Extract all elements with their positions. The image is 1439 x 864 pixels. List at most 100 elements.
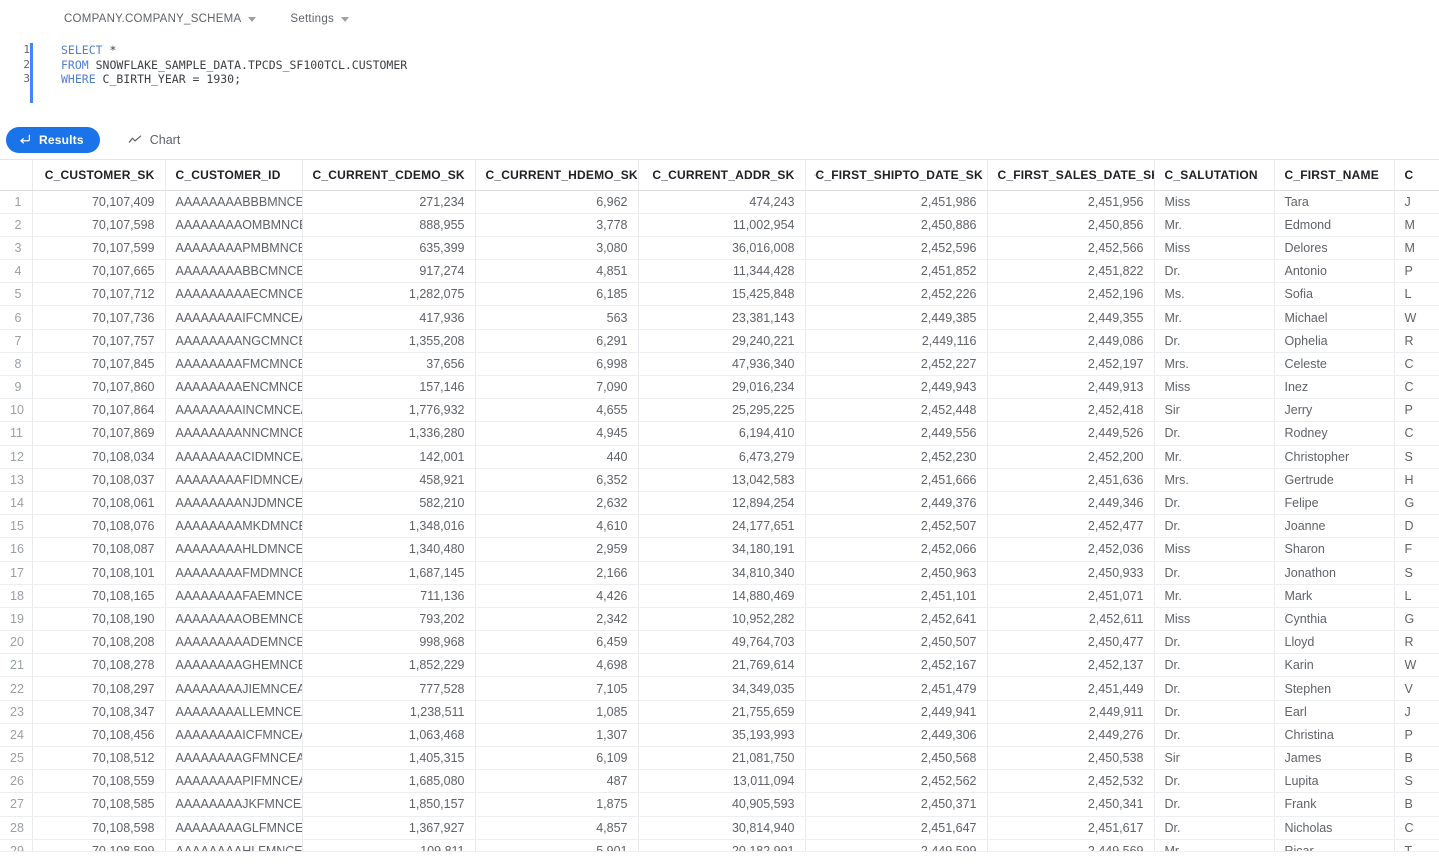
cell-c_first_name[interactable]: Rodney [1274,421,1395,446]
cell-c_customer_sk[interactable]: 70,107,845 [32,352,166,377]
cell-c_customer_id[interactable]: AAAAAAAAENCMNCEA [165,375,303,400]
cell-c_current_cdemo_sk[interactable]: 271,234 [302,190,476,214]
cell-c_first_name[interactable]: Frank [1274,792,1395,817]
cell-c_customer_sk[interactable]: 70,108,076 [32,514,166,539]
cell-c_current_cdemo_sk[interactable]: 1,238,511 [302,700,476,724]
cell-c_current_hdemo_sk[interactable]: 4,945 [475,421,639,446]
cell-c_first_shipto_date_sk[interactable]: 2,450,568 [805,746,988,771]
cell-c_first_shipto_date_sk[interactable]: 2,451,647 [805,816,988,840]
cell-c_first_shipto_date_sk[interactable]: 2,452,167 [805,653,988,678]
cell-c_last_name[interactable]: F [1394,537,1439,562]
table-row[interactable]: 8 70,107,845 AAAAAAAAFMCMNCEA 37,656 6,998 47… [0,352,1439,377]
cell-c_first_shipto_date_sk[interactable]: 2,451,986 [805,190,988,214]
cell-c_last_name[interactable]: S [1394,769,1439,794]
cell-c_current_hdemo_sk[interactable]: 1,085 [475,700,639,724]
cell-c_first_shipto_date_sk[interactable]: 2,451,479 [805,676,988,701]
cell-c_customer_id[interactable]: AAAAAAAANNCMNCEA [165,421,303,446]
cell-c_current_addr_sk[interactable]: 11,002,954 [638,213,806,237]
cell-c_customer_id[interactable]: AAAAAAAALLEMNCEA [165,700,303,724]
cell-c_current_cdemo_sk[interactable]: 142,001 [302,445,476,469]
cell-c_current_cdemo_sk[interactable]: 157,146 [302,375,476,400]
cell-c_first_name[interactable]: Gertrude [1274,468,1395,492]
cell-c_current_cdemo_sk[interactable]: 1,850,157 [302,792,476,817]
cell-c_first_sales_date_sk[interactable]: 2,451,617 [987,816,1155,840]
cell-c_salutation[interactable]: Miss [1154,236,1275,261]
cell-c_customer_sk[interactable]: 70,108,037 [32,468,166,492]
cell-c_first_shipto_date_sk[interactable]: 2,451,852 [805,259,988,284]
cell-c_customer_id[interactable]: AAAAAAAAGFMNCEA [165,746,303,771]
cell-c_customer_id[interactable]: AAAAAAAAGHEMNCEA [165,653,303,678]
cell-c_first_sales_date_sk[interactable]: 2,452,196 [987,282,1155,307]
cell-c_first_shipto_date_sk[interactable]: 2,449,376 [805,491,988,516]
editor-empty-area[interactable] [30,86,1439,103]
settings-menu[interactable]: Settings [290,13,349,25]
column-header-c-current-cdemo-sk[interactable]: C_CURRENT_CDEMO_SK [302,160,476,191]
cell-c_current_cdemo_sk[interactable]: 417,936 [302,305,476,330]
cell-c_first_sales_date_sk[interactable]: 2,452,200 [987,445,1155,469]
cell-c_customer_sk[interactable]: 70,107,736 [32,305,166,330]
cell-c_first_name[interactable]: Christina [1274,723,1395,748]
cell-c_current_cdemo_sk[interactable]: 1,282,075 [302,282,476,307]
table-row[interactable]: 20 70,108,208 AAAAAAAAADEMNCEA 998,968 6,459… [0,630,1439,655]
cell-c_current_hdemo_sk[interactable]: 487 [475,769,639,794]
cell-c_current_addr_sk[interactable]: 40,905,593 [638,792,806,817]
cell-c_customer_id[interactable]: AAAAAAAAFIDMNCEA [165,468,303,492]
cell-c_first_name[interactable]: Sofia [1274,282,1395,307]
cell-c_customer_sk[interactable]: 70,108,061 [32,491,166,516]
cell-c_last_name[interactable]: H [1394,468,1439,492]
cell-c_last_name[interactable]: G [1394,491,1439,516]
cell-c_current_cdemo_sk[interactable]: 917,274 [302,259,476,284]
cell-c_salutation[interactable]: Dr. [1154,769,1275,794]
table-row[interactable]: 9 70,107,860 AAAAAAAAENCMNCEA 157,146 7,090 2… [0,375,1439,400]
cell-c_first_name[interactable]: Earl [1274,700,1395,724]
cell-c_current_hdemo_sk[interactable]: 7,105 [475,676,639,701]
cell-c_last_name[interactable]: M [1394,213,1439,237]
cell-c_first_name[interactable]: Jerry [1274,398,1395,423]
cell-c_current_addr_sk[interactable]: 13,011,094 [638,769,806,794]
cell-c_first_shipto_date_sk[interactable]: 2,452,596 [805,236,988,261]
cell-c_current_addr_sk[interactable]: 21,769,614 [638,653,806,678]
cell-c_customer_sk[interactable]: 70,108,559 [32,769,166,794]
table-row[interactable]: 25 70,108,512 AAAAAAAAGFMNCEA 1,405,315 6,10… [0,746,1439,771]
cell-c_last_name[interactable]: R [1394,630,1439,655]
cell-c_customer_sk[interactable]: 70,107,869 [32,421,166,446]
cell-c_current_hdemo_sk[interactable]: 4,851 [475,259,639,284]
table-row[interactable]: 13 70,108,037 AAAAAAAAFIDMNCEA 458,921 6,352… [0,468,1439,492]
table-row[interactable]: 1 70,107,409 AAAAAAAABBBMNCEA 271,234 6,962 4… [0,190,1439,214]
cell-c_salutation[interactable]: Mr. [1154,445,1275,469]
cell-c_first_sales_date_sk[interactable]: 2,452,566 [987,236,1155,261]
cell-c_first_shipto_date_sk[interactable]: 2,452,641 [805,607,988,632]
cell-c_first_shipto_date_sk[interactable]: 2,449,943 [805,375,988,400]
tab-chart[interactable]: Chart [116,127,193,153]
cell-c_current_addr_sk[interactable]: 49,764,703 [638,630,806,655]
table-row[interactable]: 12 70,108,034 AAAAAAAACIDMNCEA 142,001 440 6,… [0,445,1439,469]
cell-c_customer_id[interactable]: AAAAAAAAFMCMNCEA [165,352,303,377]
cell-c_first_shipto_date_sk[interactable]: 2,451,666 [805,468,988,492]
cell-c_first_shipto_date_sk[interactable]: 2,449,116 [805,329,988,353]
cell-c_first_name[interactable]: Karin [1274,653,1395,678]
table-row[interactable]: 6 70,107,736 AAAAAAAAIFCMNCEA 417,936 563 23,… [0,305,1439,330]
cell-c_current_cdemo_sk[interactable]: 711,136 [302,584,476,608]
cell-c_first_shipto_date_sk[interactable]: 2,452,230 [805,445,988,469]
cell-c_current_hdemo_sk[interactable]: 563 [475,305,639,330]
cell-c_last_name[interactable]: L [1394,584,1439,608]
code-text[interactable]: WHERE C_BIRTH_YEAR = 1930; [30,72,1439,87]
cell-c_first_sales_date_sk[interactable]: 2,452,137 [987,653,1155,678]
cell-c_first_sales_date_sk[interactable]: 2,451,636 [987,468,1155,492]
cell-c_customer_id[interactable]: AAAAAAAAPIFMNCEA [165,769,303,794]
cell-c_salutation[interactable]: Dr. [1154,514,1275,539]
cell-c_salutation[interactable]: Dr. [1154,491,1275,516]
cell-c_first_shipto_date_sk[interactable]: 2,452,507 [805,514,988,539]
cell-c_first_name[interactable]: Lupita [1274,769,1395,794]
cell-c_current_addr_sk[interactable]: 10,952,282 [638,607,806,632]
cell-c_customer_sk[interactable]: 70,107,712 [32,282,166,307]
cell-c_first_sales_date_sk[interactable]: 2,451,071 [987,584,1155,608]
cell-c_current_cdemo_sk[interactable]: 635,399 [302,236,476,261]
cell-c_customer_id[interactable]: AAAAAAAAFAEMNCEA [165,584,303,608]
cell-c_first_shipto_date_sk[interactable]: 2,452,227 [805,352,988,377]
cell-c_first_shipto_date_sk[interactable]: 2,449,941 [805,700,988,724]
cell-c_customer_sk[interactable]: 70,108,208 [32,630,166,655]
cell-c_current_cdemo_sk[interactable]: 1,355,208 [302,329,476,353]
cell-c_customer_id[interactable]: AAAAAAAAICFMNCEA [165,723,303,748]
table-row[interactable]: 16 70,108,087 AAAAAAAAHLDMNCEA 1,340,480 2,9… [0,537,1439,562]
